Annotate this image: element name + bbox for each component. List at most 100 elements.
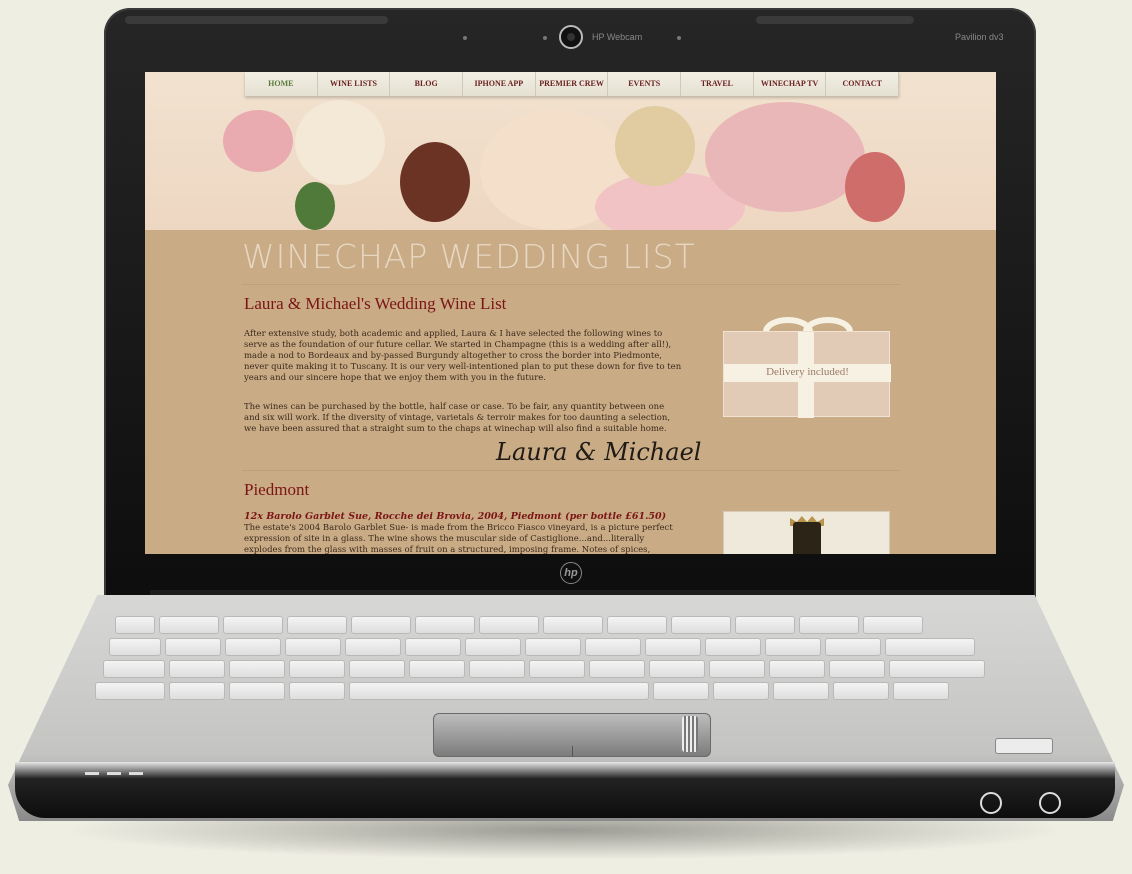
webcam-icon (559, 25, 583, 49)
nav-premier-crew[interactable]: PREMIER CREW (536, 72, 609, 96)
keyboard-key[interactable] (229, 660, 285, 678)
keyboard-key[interactable] (479, 616, 539, 634)
wine-label-image[interactable] (723, 511, 890, 554)
status-light (85, 772, 99, 775)
flower-image (615, 106, 695, 186)
keyboard-key[interactable] (589, 660, 645, 678)
keyboard-key[interactable] (607, 616, 667, 634)
keyboard-key[interactable] (829, 660, 885, 678)
keyboard-key[interactable] (469, 660, 525, 678)
keyboard-key[interactable] (229, 682, 285, 700)
keyboard-key[interactable] (773, 682, 829, 700)
keyboard-key[interactable] (709, 660, 765, 678)
crest-icon (793, 522, 821, 554)
keyboard-key[interactable] (649, 660, 705, 678)
keyboard-key[interactable] (223, 616, 283, 634)
flower-image (223, 110, 293, 172)
webcam-indicator (543, 36, 547, 40)
divider (242, 470, 900, 471)
status-lights (85, 772, 143, 775)
keyboard-key[interactable] (351, 616, 411, 634)
keyboard-key[interactable] (465, 638, 521, 656)
keyboard-key[interactable] (525, 638, 581, 656)
wine-item-title[interactable]: 12x Barolo Garblet Sue, Rocche dei Brovi… (244, 511, 666, 522)
lid-accent-left (125, 16, 388, 24)
lid-accent-right (756, 16, 914, 24)
keyboard-key[interactable] (103, 660, 165, 678)
spacebar-key[interactable] (349, 682, 649, 700)
keyboard-key[interactable] (95, 682, 165, 700)
flower-image (845, 152, 905, 222)
keyboard-key[interactable] (409, 660, 465, 678)
nav-iphone-app[interactable]: IPHONE APP (463, 72, 536, 96)
keyboard-key[interactable] (289, 682, 345, 700)
keyboard-key[interactable] (833, 682, 889, 700)
webcam-label: HP Webcam (592, 32, 643, 42)
keyboard-key[interactable] (653, 682, 709, 700)
main-nav: HOME WINE LISTS BLOG IPHONE APP PREMIER … (245, 72, 900, 96)
keyboard-key[interactable] (225, 638, 281, 656)
keyboard-key[interactable] (405, 638, 461, 656)
nav-blog[interactable]: BLOG (390, 72, 464, 96)
keyboard-key[interactable] (543, 616, 603, 634)
keyboard-key[interactable] (415, 616, 475, 634)
model-label: Pavilion dv3 (955, 32, 1004, 42)
keyboard-key[interactable] (893, 682, 949, 700)
hp-logo-icon: hp (560, 562, 582, 584)
keyboard-key[interactable] (889, 660, 985, 678)
key-row (95, 682, 949, 700)
flower-image (295, 100, 385, 185)
keyboard-key[interactable] (345, 638, 401, 656)
touchpad-scroll-zone[interactable] (682, 716, 698, 752)
nav-winechap-tv[interactable]: WINECHAP TV (754, 72, 827, 96)
page-content: WINECHAP WEDDING LIST Laura & Michael's … (145, 230, 996, 554)
keyboard-key[interactable] (289, 660, 345, 678)
page-heading: Laura & Michael's Wedding Wine List (244, 294, 507, 313)
keyboard-key[interactable] (671, 616, 731, 634)
keyboard-key[interactable] (863, 616, 923, 634)
flower-image (400, 142, 470, 222)
keyboard-key[interactable] (287, 616, 347, 634)
keyboard-key[interactable] (165, 638, 221, 656)
keyboard-key[interactable] (529, 660, 585, 678)
audio-jack-icon (980, 792, 1002, 814)
site-title: WINECHAP WEDDING LIST (242, 237, 696, 276)
key-row (115, 616, 923, 634)
status-light (107, 772, 121, 775)
nav-travel[interactable]: TRAVEL (681, 72, 754, 96)
keyboard-key[interactable] (169, 682, 225, 700)
keyboard-key[interactable] (285, 638, 341, 656)
flower-image (705, 102, 865, 212)
gift-label: Delivery included! (766, 366, 849, 378)
keyboard-key[interactable] (645, 638, 701, 656)
keyboard-key[interactable] (799, 616, 859, 634)
keyboard-key[interactable] (735, 616, 795, 634)
keyboard-key[interactable] (115, 616, 155, 634)
website-screen: HOME WINE LISTS BLOG IPHONE APP PREMIER … (145, 72, 996, 554)
flower-image (295, 182, 335, 230)
keyboard-key[interactable] (109, 638, 161, 656)
nav-wine-lists[interactable]: WINE LISTS (318, 72, 391, 96)
nav-events[interactable]: EVENTS (608, 72, 682, 96)
keyboard-key[interactable] (713, 682, 769, 700)
divider (242, 284, 900, 285)
key-row (109, 638, 975, 656)
nav-contact[interactable]: CONTACT (826, 72, 900, 96)
keyboard-key[interactable] (769, 660, 825, 678)
keyboard-key[interactable] (585, 638, 641, 656)
signature: Laura & Michael (496, 438, 702, 466)
lid-dot (677, 36, 681, 40)
keyboard-key[interactable] (765, 638, 821, 656)
keyboard-key[interactable] (169, 660, 225, 678)
nav-home[interactable]: HOME (245, 72, 318, 96)
lid-dot (463, 36, 467, 40)
touchpad[interactable] (433, 713, 711, 757)
keyboard-key[interactable] (159, 616, 219, 634)
keyboard-key[interactable] (825, 638, 881, 656)
section-heading: Piedmont (244, 480, 310, 499)
keyboard-key[interactable] (705, 638, 761, 656)
fingerprint-reader[interactable] (995, 738, 1053, 754)
keyboard-key[interactable] (349, 660, 405, 678)
keyboard-key[interactable] (885, 638, 975, 656)
gift-box[interactable]: Delivery included! (723, 331, 891, 418)
